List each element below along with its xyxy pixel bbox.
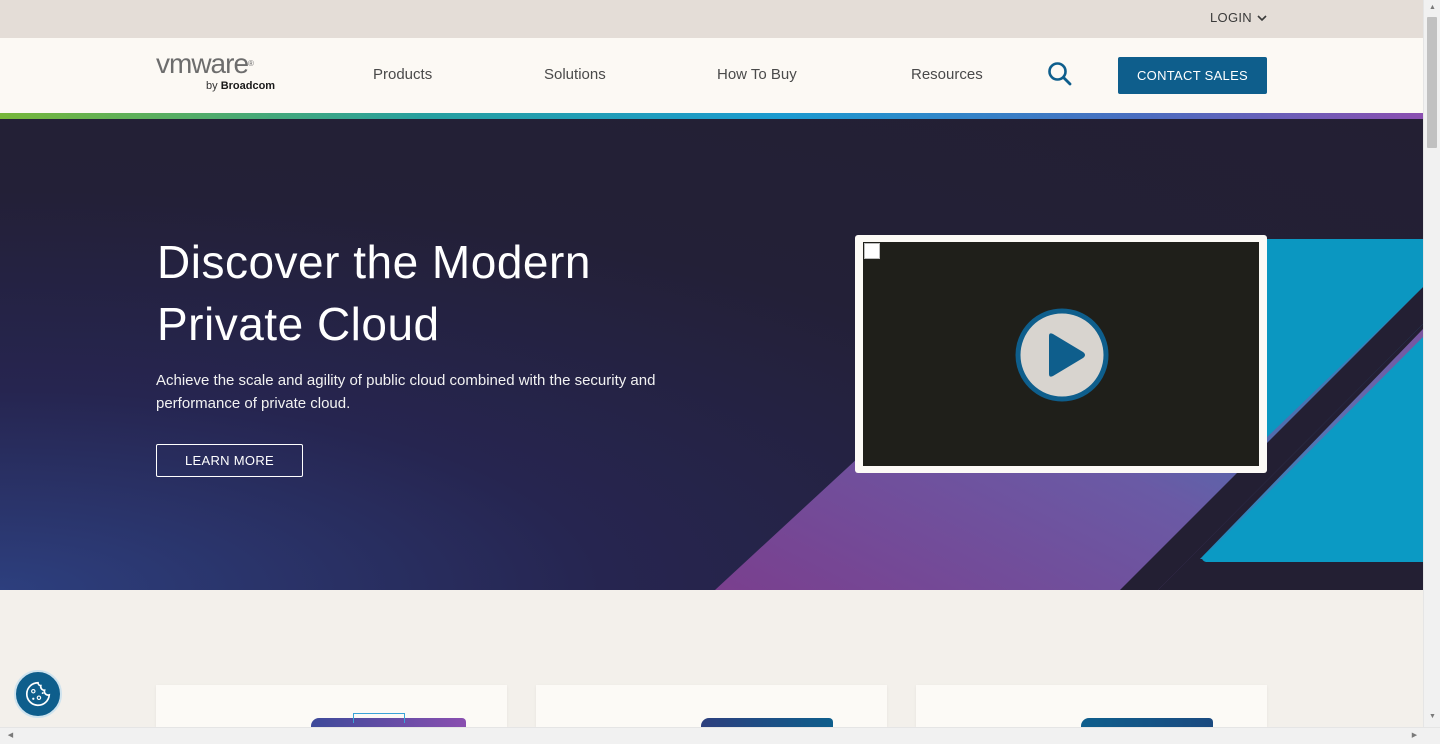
logo-wordmark: vmware® — [156, 48, 254, 79]
scroll-right-arrow[interactable]: ▶ — [1406, 731, 1423, 739]
hero-description: Achieve the scale and agility of public … — [156, 372, 656, 412]
hero-title: Discover the Modern Private Cloud — [157, 236, 591, 350]
card-illustration — [701, 718, 833, 727]
card-illustration-detail — [353, 713, 405, 723]
scrollbar-thumb[interactable] — [1427, 17, 1437, 148]
login-menu[interactable]: LOGIN — [1210, 10, 1268, 25]
vertical-scrollbar[interactable]: ▲ ▼ — [1423, 0, 1440, 727]
broken-image-icon — [864, 243, 880, 259]
scroll-down-arrow[interactable]: ▼ — [1424, 713, 1440, 720]
hero-section: Discover the Modern Private Cloud Achieve… — [0, 119, 1423, 590]
search-button[interactable] — [1046, 60, 1074, 88]
main-nav: vmware® by Broadcom Products Solutions H… — [0, 38, 1423, 113]
scroll-up-arrow[interactable]: ▲ — [1424, 4, 1440, 11]
feature-card-3[interactable] — [916, 685, 1267, 727]
feature-card-2[interactable] — [536, 685, 887, 727]
learn-more-button[interactable]: LEARN MORE — [156, 444, 303, 477]
video-player — [855, 235, 1267, 473]
feature-card-1[interactable] — [156, 685, 507, 727]
nav-solutions[interactable]: Solutions — [544, 66, 606, 83]
utility-bar: LOGIN — [0, 0, 1423, 38]
nav-resources[interactable]: Resources — [911, 66, 983, 83]
video-thumbnail[interactable] — [863, 242, 1259, 466]
vmware-logo[interactable]: vmware® by Broadcom — [156, 48, 296, 95]
scroll-left-arrow[interactable]: ◀ — [2, 731, 19, 739]
horizontal-scrollbar[interactable]: ◀ ▶ — [0, 727, 1440, 744]
cookie-icon — [26, 681, 51, 707]
chevron-down-icon — [1257, 14, 1267, 21]
cookie-settings-button[interactable] — [14, 670, 62, 718]
play-icon[interactable] — [1015, 308, 1109, 402]
card-illustration — [1081, 718, 1213, 727]
nav-how-to-buy[interactable]: How To Buy — [717, 66, 797, 83]
login-label: LOGIN — [1210, 10, 1252, 25]
logo-byline: by Broadcom — [206, 80, 276, 92]
search-icon — [1048, 62, 1072, 86]
contact-sales-button[interactable]: CONTACT SALES — [1118, 57, 1267, 94]
nav-products[interactable]: Products — [373, 66, 432, 83]
